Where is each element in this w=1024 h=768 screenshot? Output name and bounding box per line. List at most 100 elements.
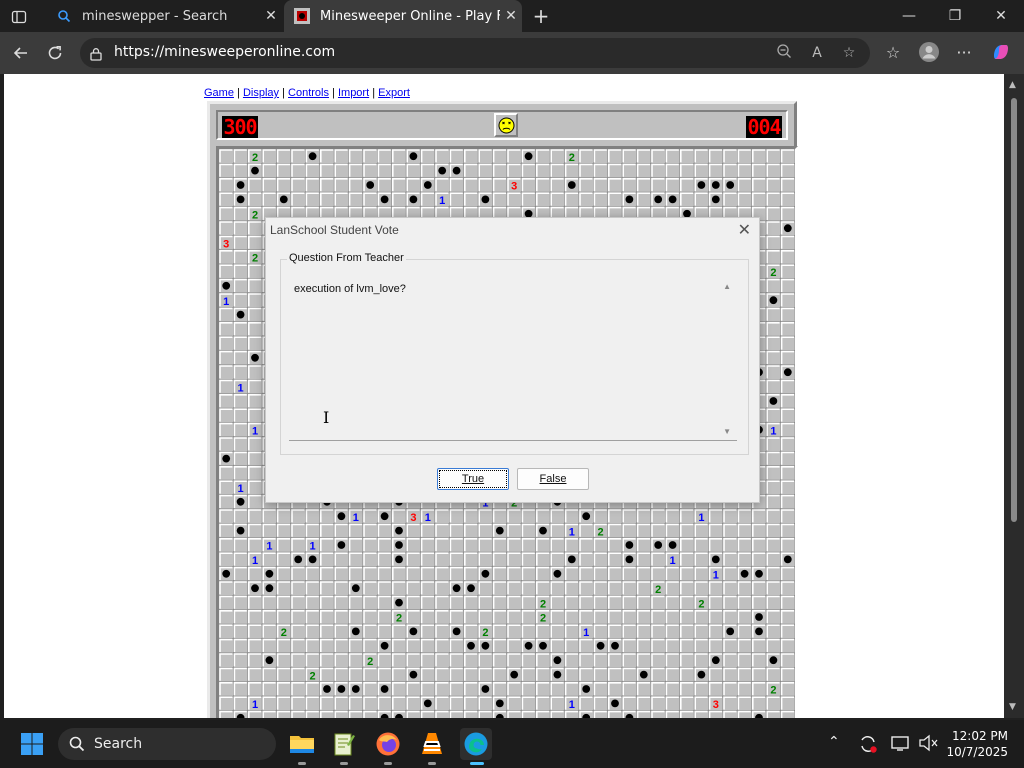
board-cell[interactable] [693, 551, 709, 567]
board-cell[interactable] [708, 580, 724, 596]
board-cell[interactable] [377, 580, 393, 596]
board-cell[interactable] [549, 523, 565, 539]
board-cell[interactable] [780, 263, 795, 279]
board-cell[interactable] [362, 508, 378, 524]
board-cell[interactable]: 1 [765, 422, 781, 438]
board-cell[interactable] [521, 163, 537, 179]
board-cell[interactable] [362, 595, 378, 611]
board-cell[interactable]: 1 [578, 623, 594, 639]
board-cell[interactable] [636, 623, 652, 639]
board-cell[interactable]: 2 [765, 263, 781, 279]
board-cell[interactable] [535, 695, 551, 711]
board-cell[interactable] [636, 149, 652, 164]
board-cell[interactable] [276, 710, 292, 718]
board-cell[interactable] [708, 551, 724, 567]
board-cell[interactable] [333, 667, 349, 683]
board-cell[interactable] [434, 523, 450, 539]
board-cell[interactable] [780, 681, 795, 697]
board-cell[interactable] [247, 537, 263, 553]
board-cell[interactable] [362, 191, 378, 207]
board-cell[interactable] [593, 681, 609, 697]
board-cell[interactable] [549, 566, 565, 582]
board-cell[interactable] [593, 177, 609, 193]
board-cell[interactable] [780, 494, 795, 510]
board-cell[interactable] [751, 710, 767, 718]
board-cell[interactable] [593, 695, 609, 711]
board-cell[interactable] [607, 537, 623, 553]
board-cell[interactable] [362, 609, 378, 625]
board-cell[interactable] [679, 595, 695, 611]
board-cell[interactable] [233, 321, 249, 337]
board-cell[interactable] [665, 681, 681, 697]
board-cell[interactable] [463, 609, 479, 625]
board-cell[interactable] [391, 695, 407, 711]
board-cell[interactable] [492, 695, 508, 711]
board-cell[interactable] [290, 191, 306, 207]
board-cell[interactable] [305, 523, 321, 539]
board-cell[interactable] [463, 580, 479, 596]
board-cell[interactable] [765, 206, 781, 222]
board-cell[interactable] [679, 681, 695, 697]
board-cell[interactable] [477, 580, 493, 596]
board-cell[interactable] [477, 566, 493, 582]
board-cell[interactable] [780, 307, 795, 323]
board-cell[interactable] [362, 177, 378, 193]
board-cell[interactable] [607, 623, 623, 639]
board-cell[interactable] [405, 695, 421, 711]
board-cell[interactable] [420, 149, 436, 164]
board-cell[interactable] [247, 638, 263, 654]
board-cell[interactable] [621, 580, 637, 596]
board-cell[interactable] [319, 191, 335, 207]
board-cell[interactable] [593, 163, 609, 179]
board-cell[interactable] [333, 163, 349, 179]
tab-search[interactable]: mineswepper - Search ✕ [46, 0, 282, 32]
more-menu-icon[interactable]: ··· [951, 41, 977, 65]
board-cell[interactable] [492, 566, 508, 582]
board-cell[interactable] [405, 191, 421, 207]
board-cell[interactable] [290, 523, 306, 539]
board-cell[interactable] [434, 609, 450, 625]
board-cell[interactable] [420, 580, 436, 596]
board-cell[interactable] [492, 163, 508, 179]
board-cell[interactable] [636, 652, 652, 668]
board-cell[interactable] [650, 652, 666, 668]
board-cell[interactable] [405, 523, 421, 539]
board-cell[interactable] [593, 710, 609, 718]
board-cell[interactable] [665, 623, 681, 639]
system-clock[interactable]: 12:02 PM 10/7/2025 [946, 728, 1008, 760]
board-cell[interactable] [549, 149, 565, 164]
board-cell[interactable] [593, 609, 609, 625]
chevron-up-icon[interactable]: ⌃ [828, 734, 840, 750]
board-cell[interactable] [219, 163, 234, 179]
board-cell[interactable] [737, 177, 753, 193]
board-cell[interactable] [521, 149, 537, 164]
board-cell[interactable] [650, 667, 666, 683]
board-cell[interactable] [219, 407, 234, 423]
board-cell[interactable] [362, 638, 378, 654]
board-cell[interactable] [506, 595, 522, 611]
board-cell[interactable] [247, 235, 263, 251]
board-cell[interactable] [261, 638, 277, 654]
board-cell[interactable] [377, 710, 393, 718]
board-cell[interactable] [233, 350, 249, 366]
board-cell[interactable] [449, 177, 465, 193]
board-cell[interactable] [247, 278, 263, 294]
board-cell[interactable] [780, 667, 795, 683]
board-cell[interactable] [722, 681, 738, 697]
board-cell[interactable] [765, 623, 781, 639]
board-cell[interactable] [420, 681, 436, 697]
board-cell[interactable] [261, 508, 277, 524]
board-cell[interactable] [305, 149, 321, 164]
board-cell[interactable] [506, 163, 522, 179]
board-cell[interactable] [233, 508, 249, 524]
board-cell[interactable] [219, 710, 234, 718]
board-cell[interactable] [333, 191, 349, 207]
board-cell[interactable] [463, 537, 479, 553]
board-cell[interactable] [650, 566, 666, 582]
board-cell[interactable] [780, 710, 795, 718]
board-cell[interactable] [233, 465, 249, 481]
board-cell[interactable] [722, 638, 738, 654]
board-cell[interactable] [737, 149, 753, 164]
board-cell[interactable] [233, 623, 249, 639]
board-cell[interactable] [420, 566, 436, 582]
